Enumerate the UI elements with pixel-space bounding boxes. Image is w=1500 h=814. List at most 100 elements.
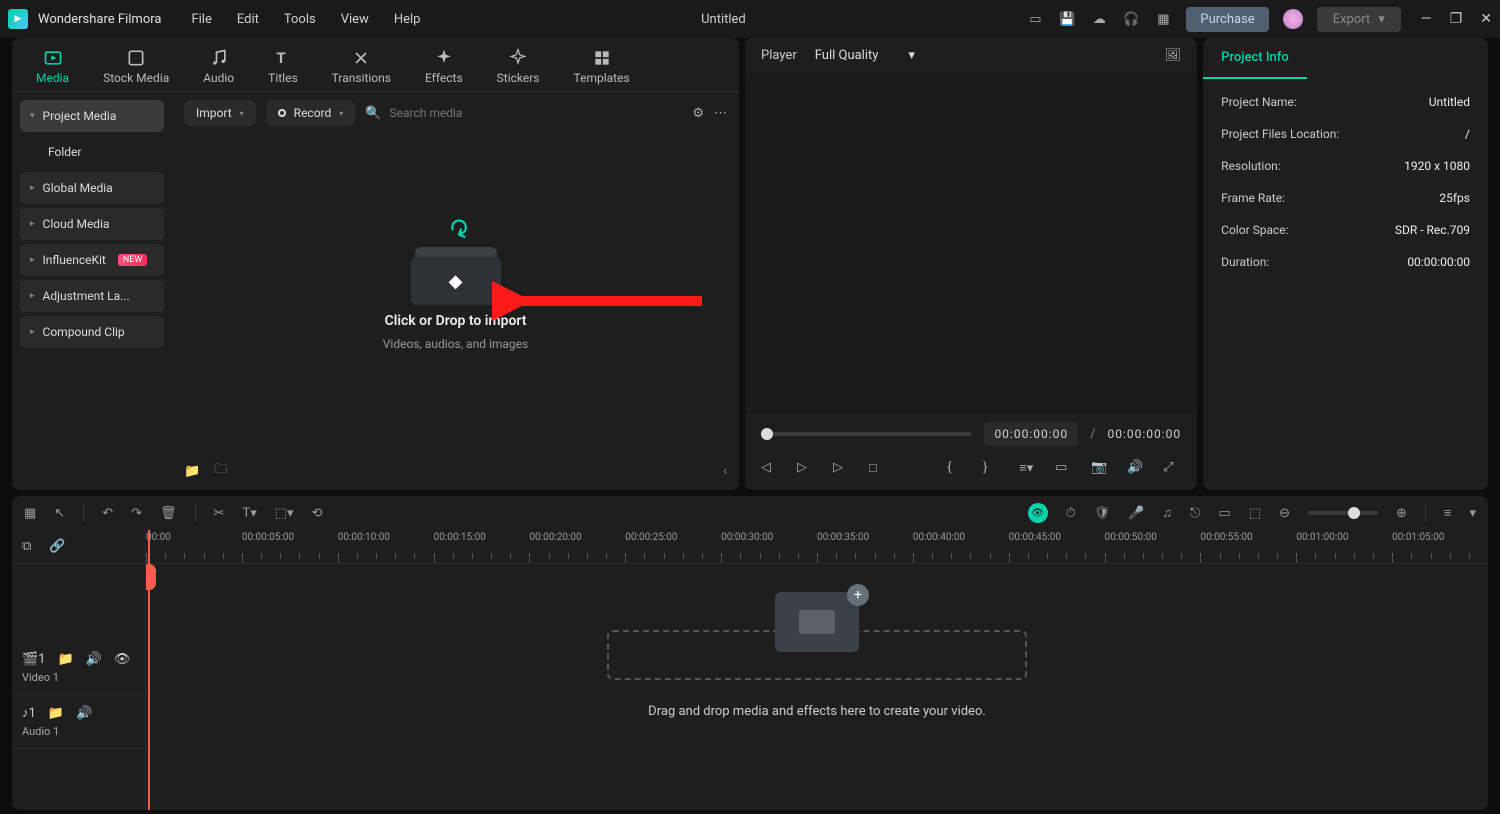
link-button[interactable]: ⟲ [312, 506, 323, 521]
delete-button[interactable]: 🗑 [160, 506, 177, 521]
quality-select[interactable]: Full Quality▾ [815, 48, 915, 63]
playhead[interactable] [148, 530, 150, 810]
import-button[interactable]: Import▾ [184, 100, 256, 126]
filter-icon[interactable]: ⚙ [692, 106, 704, 121]
sidebar-global-media[interactable]: ▸Global Media [20, 172, 164, 204]
sidebar-influencekit[interactable]: ▸InfluenceKitNEW [20, 244, 164, 276]
more-icon[interactable]: ⋯ [714, 106, 727, 121]
undo-button[interactable]: ↶ [102, 506, 113, 521]
view-mode-icon[interactable]: ≡ [1444, 505, 1452, 521]
timeline-drop-zone[interactable]: + Drag and drop media and effects here t… [607, 630, 1027, 719]
save-icon[interactable]: 💾 [1058, 10, 1076, 28]
purchase-button[interactable]: Purchase [1186, 7, 1268, 32]
volume-button[interactable]: 🔊 [1127, 460, 1145, 478]
menu-view[interactable]: View [341, 12, 369, 27]
play-backward-button[interactable]: ▷ [797, 460, 815, 478]
avatar-icon[interactable] [1283, 9, 1303, 29]
search-input[interactable] [389, 106, 682, 120]
cut-button[interactable]: ✂ [214, 506, 225, 521]
time-separator: / [1090, 427, 1095, 442]
folder-icon[interactable]: 📁 [58, 652, 74, 667]
fit-icon[interactable]: ⬚ [1249, 506, 1261, 521]
visibility-icon[interactable]: 👁 [114, 652, 131, 667]
timeline-tracks[interactable]: 00:00 00:00:05:00 00:00:10:00 00:00:15:0… [146, 530, 1488, 810]
record-button[interactable]: Record▾ [266, 100, 356, 126]
tab-stickers[interactable]: Stickers [483, 42, 554, 91]
split-icon[interactable]: ⎋ [1190, 506, 1200, 521]
music-icon[interactable]: ♫ [1162, 505, 1172, 521]
image-icon[interactable]: 🖼 [1165, 48, 1182, 63]
sidebar-cloud-media[interactable]: ▸Cloud Media [20, 208, 164, 240]
info-key-location: Project Files Location: [1221, 127, 1339, 141]
zoom-in-button[interactable]: ⊕ [1396, 506, 1407, 521]
display-button[interactable]: ▭ [1055, 460, 1073, 478]
tab-audio[interactable]: Audio [189, 42, 248, 91]
mute-icon[interactable]: 🔊 [86, 652, 102, 667]
menu-file[interactable]: File [191, 12, 211, 27]
ai-button[interactable]: 👁 [1028, 503, 1048, 523]
prev-frame-button[interactable]: ◁ [761, 460, 779, 478]
text-button[interactable]: T▾ [242, 506, 256, 521]
duplicate-icon[interactable]: ⧉ [22, 539, 31, 554]
sidebar-compound-clip[interactable]: ▸Compound Clip [20, 316, 164, 348]
export-button[interactable]: Export▾ [1317, 7, 1401, 32]
mute-icon[interactable]: 🔊 [76, 706, 92, 721]
record-icon [278, 109, 286, 117]
chevron-right-icon: ▸ [30, 219, 35, 229]
mark-out-button[interactable]: } [983, 460, 1001, 478]
tab-effects[interactable]: Effects [411, 42, 477, 91]
ruler-label: 00:01:00:00 [1296, 532, 1348, 543]
scrub-slider[interactable] [761, 432, 972, 436]
zoom-slider[interactable] [1308, 511, 1378, 515]
scrub-handle[interactable] [761, 428, 773, 440]
speedometer-icon[interactable]: ⏱ [1066, 506, 1076, 521]
cloud-icon[interactable]: ☁ [1090, 10, 1108, 28]
collapse-icon[interactable]: ‹ [723, 464, 727, 479]
sidebar-project-media[interactable]: ▾Project Media [20, 100, 164, 132]
play-button[interactable]: ▷ [833, 460, 851, 478]
fullscreen-button[interactable]: ⤢ [1163, 460, 1181, 478]
folder-icon[interactable]: 🗀 [214, 460, 227, 482]
menu-help[interactable]: Help [394, 12, 421, 27]
tab-media[interactable]: Media [22, 42, 83, 91]
new-folder-icon[interactable]: 📁 [184, 464, 200, 479]
support-icon[interactable]: 🎧 [1122, 10, 1140, 28]
tab-transitions[interactable]: Transitions [318, 42, 405, 91]
menu-edit[interactable]: Edit [237, 12, 259, 27]
marker-icon[interactable]: 🛡 [1094, 506, 1111, 521]
markers-button[interactable]: ≡▾ [1019, 460, 1037, 478]
crop-button[interactable]: ⬚▾ [275, 506, 294, 521]
drop-subtitle: Videos, audios, and images [383, 337, 528, 351]
sidebar-adjustment-layer[interactable]: ▸Adjustment La... [20, 280, 164, 312]
tab-stock-media[interactable]: Stock Media [89, 42, 183, 91]
mark-in-button[interactable]: { [947, 460, 965, 478]
timeline-ruler[interactable]: 00:00 00:00:05:00 00:00:10:00 00:00:15:0… [146, 530, 1488, 564]
folder-icon[interactable]: 📁 [48, 706, 64, 721]
zoom-out-button[interactable]: ⊖ [1279, 506, 1290, 521]
settings-icon[interactable]: ▾ [1469, 506, 1476, 521]
tab-templates[interactable]: Templates [560, 42, 644, 91]
menu-tools[interactable]: Tools [284, 12, 316, 27]
pointer-icon[interactable]: ↖ [54, 506, 65, 521]
ruler-label: 00:00:30:00 [721, 532, 773, 543]
tab-titles[interactable]: TTitles [254, 42, 311, 91]
svg-text:T: T [276, 49, 285, 67]
mic-icon[interactable]: 🎤 [1128, 506, 1144, 521]
zoom-handle[interactable] [1348, 507, 1360, 519]
time-total: 00:00:00:00 [1107, 427, 1181, 441]
media-drop-zone[interactable]: ↻ Click or Drop to import Videos, audios… [172, 134, 739, 452]
tab-label: Media [36, 71, 69, 85]
maximize-button[interactable]: ❐ [1450, 11, 1463, 27]
close-button[interactable]: ✕ [1480, 11, 1492, 27]
minimize-button[interactable]: — [1421, 11, 1432, 27]
redo-button[interactable]: ↷ [131, 506, 142, 521]
screen-icon[interactable]: ▭ [1026, 10, 1044, 28]
sidebar-folder[interactable]: Folder [20, 136, 164, 168]
tab-project-info[interactable]: Project Info [1203, 38, 1307, 79]
snapshot-button[interactable]: 📷 [1091, 460, 1109, 478]
link-icon[interactable]: 🔗 [49, 539, 65, 554]
stop-button[interactable]: □ [869, 460, 887, 478]
apps-icon[interactable]: ▦ [1154, 10, 1172, 28]
grid-icon[interactable]: ▦ [24, 506, 36, 521]
render-icon[interactable]: ▭ [1218, 506, 1230, 521]
